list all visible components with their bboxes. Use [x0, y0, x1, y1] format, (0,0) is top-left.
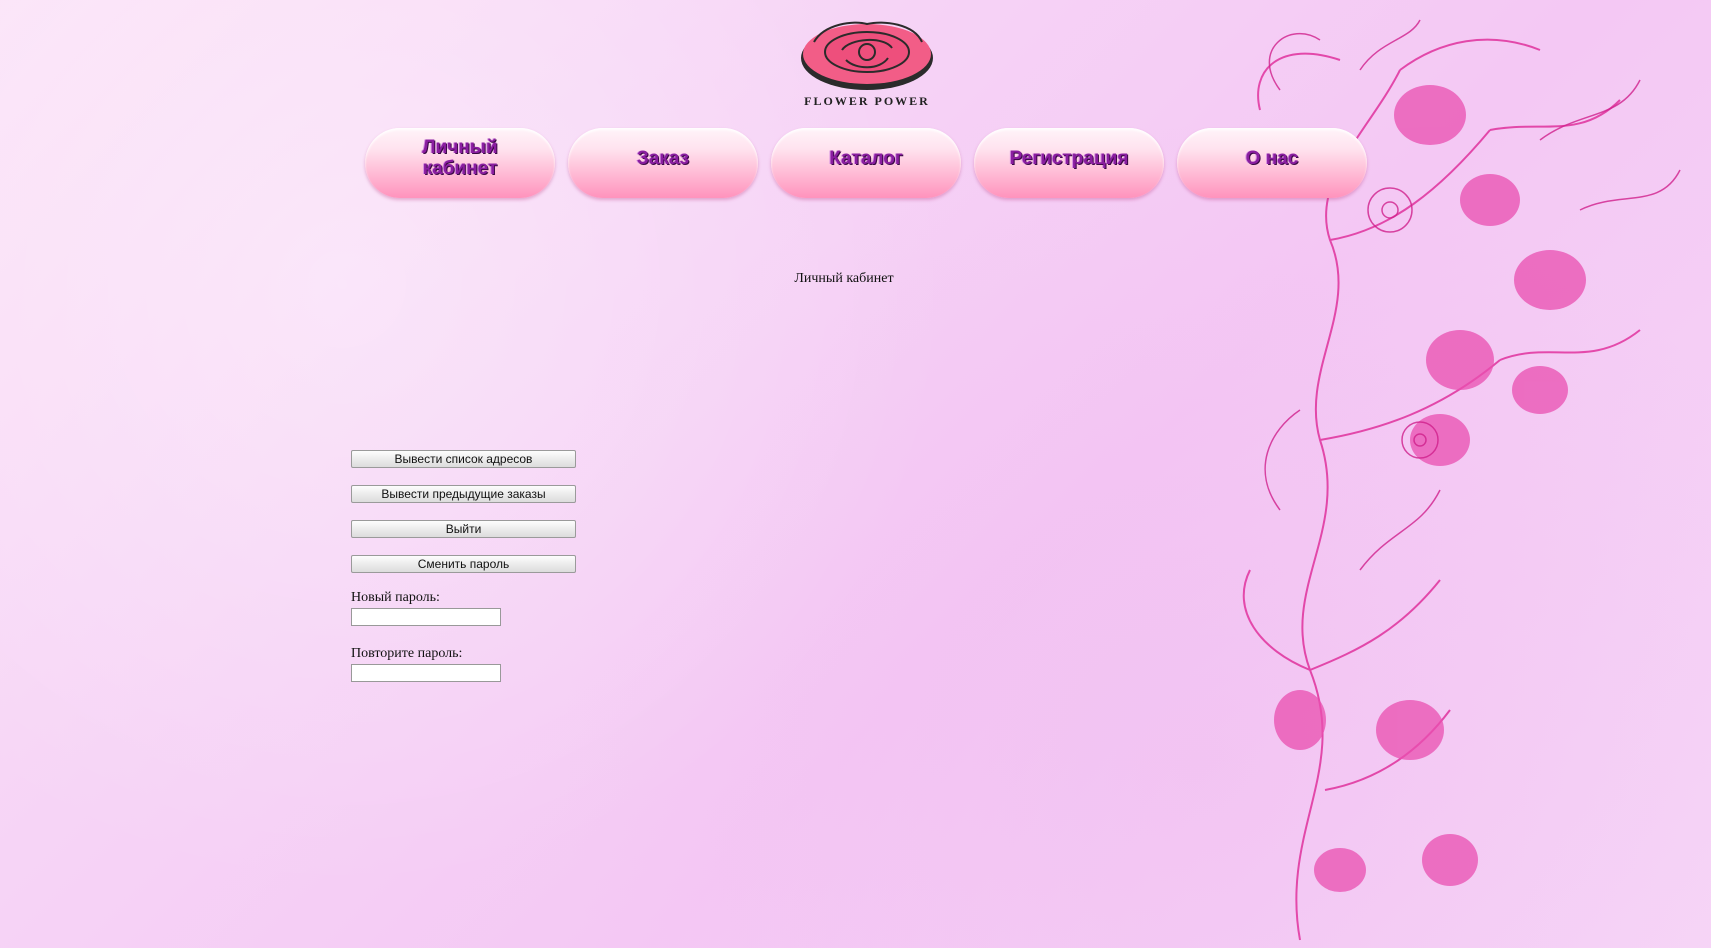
nav-label: Регистрация	[1009, 147, 1129, 169]
nav-order[interactable]: Заказ	[568, 128, 758, 198]
nav-catalog[interactable]: Каталог	[771, 128, 961, 198]
nav-label: Заказ	[636, 147, 690, 169]
nav-about[interactable]: О нас	[1177, 128, 1367, 198]
page-title: Личный кабинет	[794, 271, 894, 286]
new-password-label: Новый пароль:	[351, 590, 440, 605]
main-nav: Личный кабинет Заказ Каталог Регистрация…	[365, 128, 1375, 200]
show-addresses-button[interactable]: Вывести список адресов	[351, 450, 576, 468]
nav-label: Каталог	[829, 147, 903, 169]
new-password-field[interactable]	[351, 608, 501, 626]
nav-label: О нас	[1245, 147, 1299, 169]
logout-button[interactable]: Выйти	[351, 520, 576, 538]
change-password-button[interactable]: Сменить пароль	[351, 555, 576, 573]
brand-logo[interactable]: FLOWER POWER	[784, 14, 950, 114]
nav-label: Личный кабинет	[422, 137, 498, 179]
nav-personal-account[interactable]: Личный кабинет	[365, 128, 555, 198]
nav-registration[interactable]: Регистрация	[974, 128, 1164, 198]
account-controls: Вывести список адресов Вывести предыдущи…	[351, 450, 581, 702]
rose-logo-icon	[801, 21, 933, 90]
repeat-password-field[interactable]	[351, 664, 501, 682]
brand-name: FLOWER POWER	[804, 94, 930, 108]
repeat-password-label: Повторите пароль:	[351, 646, 463, 661]
show-orders-button[interactable]: Вывести предыдущие заказы	[351, 485, 576, 503]
